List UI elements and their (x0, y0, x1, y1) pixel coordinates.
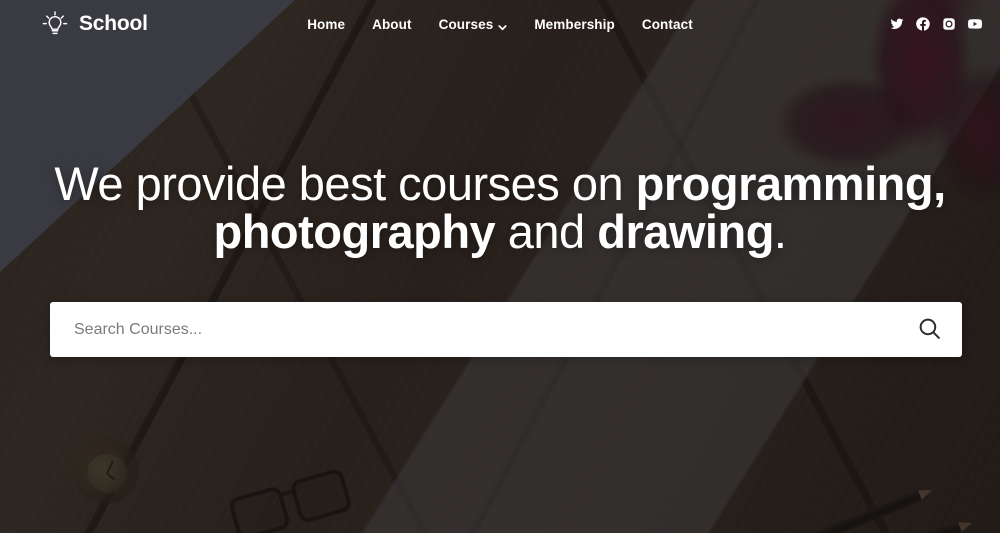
nav-item-label: Home (307, 16, 346, 32)
headline-light-and: and (495, 204, 598, 258)
social-links (890, 17, 982, 31)
nav-item-label: Courses (438, 16, 494, 32)
headline-bold-drawing: drawing (597, 204, 774, 258)
search-icon (917, 316, 942, 344)
hero-section: School Home About Courses Membership Con… (0, 0, 1000, 533)
nav-item-label: Contact (641, 16, 693, 32)
brand-name: School (79, 12, 148, 35)
nav-item-membership[interactable]: Membership (534, 17, 615, 32)
course-search-bar (50, 302, 962, 357)
instagram-icon[interactable] (942, 17, 956, 31)
nav-item-contact[interactable]: Contact (642, 17, 693, 32)
page-title: We provide best courses on programming, … (40, 160, 960, 256)
youtube-icon[interactable] (968, 17, 982, 31)
nav-item-home[interactable]: Home (307, 17, 345, 32)
lightbulb-icon (40, 9, 70, 39)
main-navigation: Home About Courses Membership Contact (0, 0, 1000, 48)
facebook-icon[interactable] (916, 17, 930, 31)
search-button[interactable] (896, 302, 962, 357)
headline-period: . (773, 204, 787, 258)
site-header: School Home About Courses Membership Con… (0, 0, 1000, 48)
nav-item-courses[interactable]: Courses (439, 17, 508, 32)
headline-light-part: We provide best courses on (54, 157, 636, 210)
nav-item-label: About (372, 16, 412, 32)
nav-item-label: Membership (534, 16, 615, 32)
twitter-icon[interactable] (890, 17, 904, 31)
brand-logo-link[interactable]: School (40, 9, 148, 39)
nav-item-about[interactable]: About (372, 17, 411, 32)
chevron-down-icon (498, 20, 507, 30)
headline-bold-programming: programming, (635, 157, 946, 210)
hero-content: We provide best courses on programming, … (0, 160, 1000, 256)
headline-bold-photography: photography (213, 204, 496, 258)
search-input[interactable] (50, 302, 896, 357)
